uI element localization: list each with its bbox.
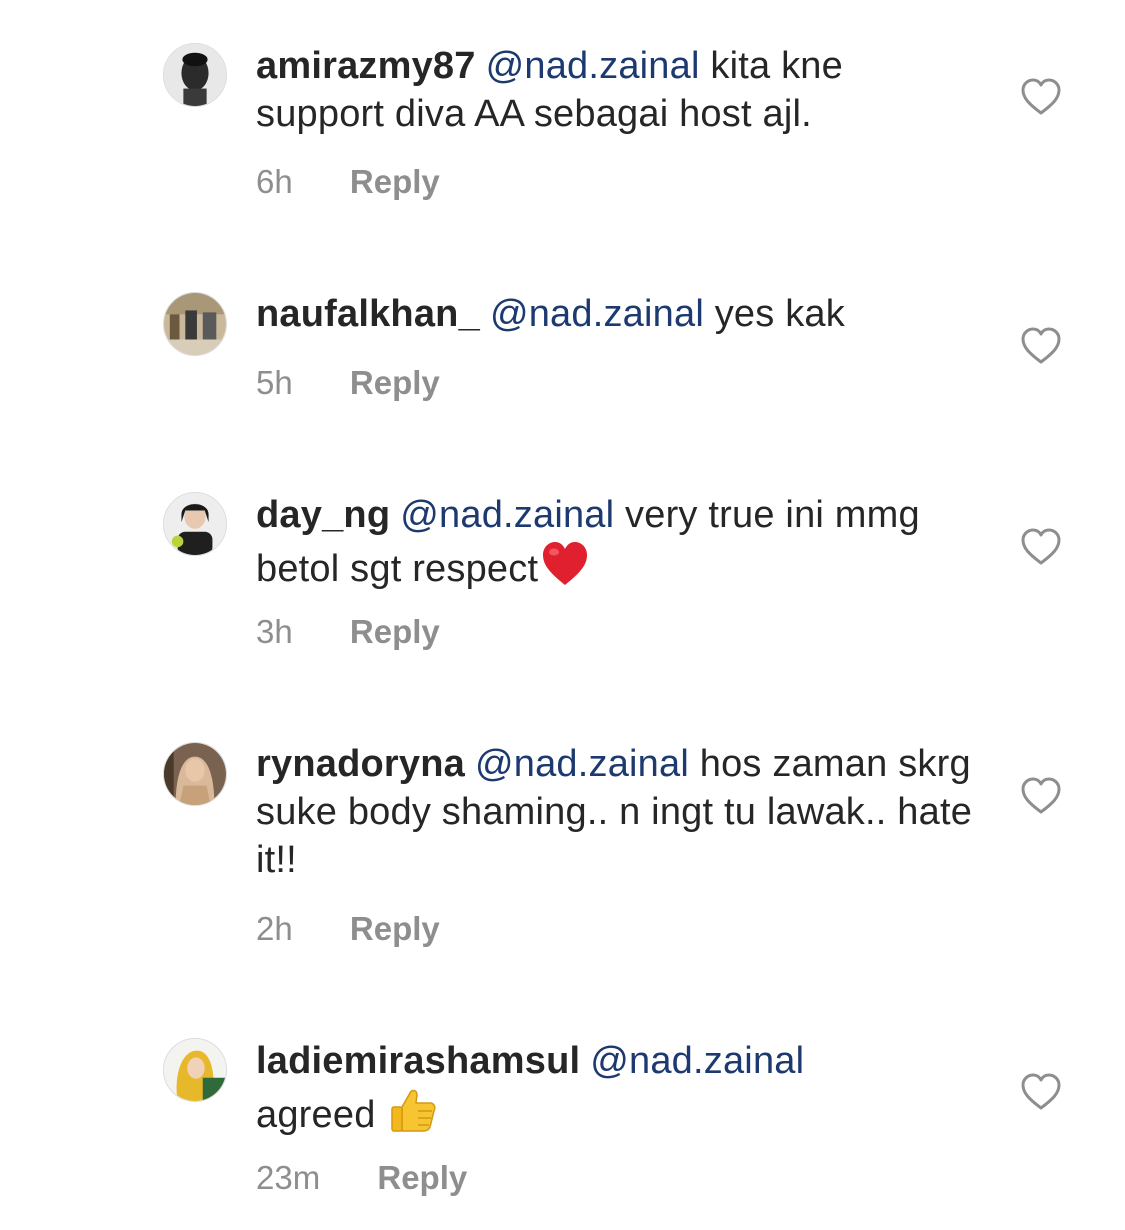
comment-time: 5h — [256, 364, 293, 401]
comment-username[interactable]: naufalkhan_ — [256, 293, 480, 335]
comment-mention[interactable]: @nad.zainal — [590, 1040, 804, 1082]
comment-body: amirazmy87 @nad.zainal kita kne support d… — [256, 42, 976, 138]
comment-meta: 6h Reply — [256, 162, 440, 202]
comment-mention[interactable]: @nad.zainal — [490, 293, 704, 335]
comment-text: yes kak — [714, 293, 845, 335]
comment-mention[interactable]: @nad.zainal — [475, 743, 689, 785]
avatar[interactable] — [163, 292, 227, 356]
comment-mention[interactable]: @nad.zainal — [486, 45, 700, 87]
comment-meta: 3h Reply — [256, 612, 440, 652]
comment-body: naufalkhan_ @nad.zainal yes kak — [256, 290, 976, 338]
comment-body: ladiemirashamsul @nad.zainal agreed — [256, 1037, 976, 1139]
comment-time: 6h — [256, 163, 293, 200]
reply-button[interactable]: Reply — [377, 1158, 467, 1198]
comment-meta: 23m Reply — [256, 1158, 467, 1198]
comment-body: rynadoryna @nad.zainal hos zaman skrg suk… — [256, 740, 976, 884]
comment-mention[interactable]: @nad.zainal — [400, 494, 614, 536]
heart-outline-icon[interactable] — [1020, 776, 1062, 816]
comment-time: 23m — [256, 1159, 321, 1196]
reply-button[interactable]: Reply — [350, 162, 440, 202]
avatar[interactable] — [163, 1038, 227, 1102]
comment-username[interactable]: ladiemirashamsul — [256, 1040, 580, 1082]
reply-button[interactable]: Reply — [350, 612, 440, 652]
reply-button[interactable]: Reply — [350, 909, 440, 949]
heart-outline-icon[interactable] — [1020, 1072, 1062, 1112]
heart-outline-icon[interactable] — [1020, 77, 1062, 117]
thumbs-up-emoji — [388, 1085, 438, 1135]
comment-meta: 5h Reply — [256, 363, 440, 403]
comment-time: 2h — [256, 910, 293, 947]
avatar[interactable] — [163, 742, 227, 806]
comment-meta: 2h Reply — [256, 909, 440, 949]
heart-outline-icon[interactable] — [1020, 326, 1062, 366]
avatar[interactable] — [163, 43, 227, 107]
comment-text: agreed — [256, 1094, 387, 1136]
avatar[interactable] — [163, 492, 227, 556]
comment-body: day_ng @nad.zainal very true ini mmg beto… — [256, 491, 976, 593]
comment-username[interactable]: amirazmy87 — [256, 45, 476, 87]
comment-username[interactable]: rynadoryna — [256, 743, 465, 785]
red-heart-emoji — [540, 539, 590, 589]
comment-time: 3h — [256, 613, 293, 650]
reply-button[interactable]: Reply — [350, 363, 440, 403]
comment-username[interactable]: day_ng — [256, 494, 390, 536]
heart-outline-icon[interactable] — [1020, 527, 1062, 567]
